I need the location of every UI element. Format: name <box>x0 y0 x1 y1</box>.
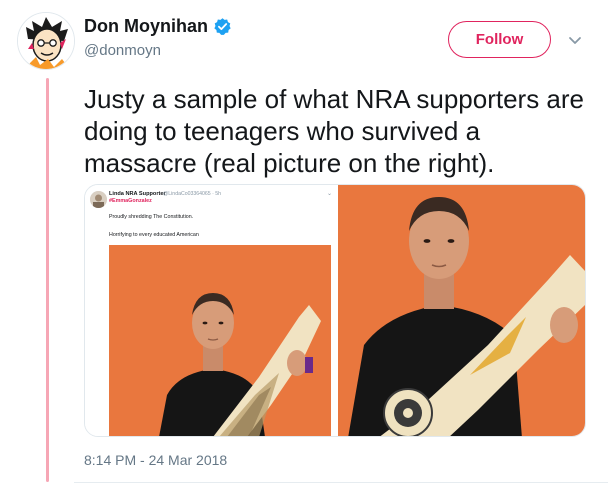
author-handle[interactable]: @donmoyn <box>84 42 161 59</box>
thread-line <box>46 78 49 482</box>
cartoon-avatar-icon <box>18 13 74 69</box>
display-name[interactable]: Don Moynihan <box>84 16 208 37</box>
embedded-name: Linda NRA Supporter <box>109 191 166 197</box>
follow-button[interactable]: Follow <box>448 21 551 58</box>
media-image-left[interactable]: Linda NRA Supporter @LindaCo03364065 · 5… <box>85 185 336 436</box>
embedded-hashtag: #EmmaGonzalez <box>109 198 152 204</box>
divider <box>74 482 608 483</box>
verified-badge-icon <box>214 18 231 35</box>
media-grid: Linda NRA Supporter @LindaCo03364065 · 5… <box>84 184 586 437</box>
embedded-photo <box>109 245 331 436</box>
embedded-avatar <box>90 191 107 208</box>
media-image-right[interactable] <box>338 185 585 436</box>
embedded-text-line-2: Horrifying to every educated American <box>109 232 199 238</box>
tweet-text: Justy a sample of what NRA supporters ar… <box>84 84 585 178</box>
chevron-down-icon[interactable] <box>568 36 582 46</box>
embedded-tweet-screenshot: Linda NRA Supporter @LindaCo03364065 · 5… <box>85 185 336 436</box>
embedded-handle: @LindaCo03364065 · 5h <box>163 191 222 197</box>
tweet-timestamp[interactable]: 8:14 PM - 24 Mar 2018 <box>84 452 227 468</box>
avatar[interactable] <box>17 12 75 70</box>
embedded-text-line-1: Proudly shredding The Constitution. <box>109 214 194 220</box>
author-row: Don Moynihan <box>84 16 232 37</box>
embedded-chevron-icon: ⌄ <box>326 191 332 197</box>
